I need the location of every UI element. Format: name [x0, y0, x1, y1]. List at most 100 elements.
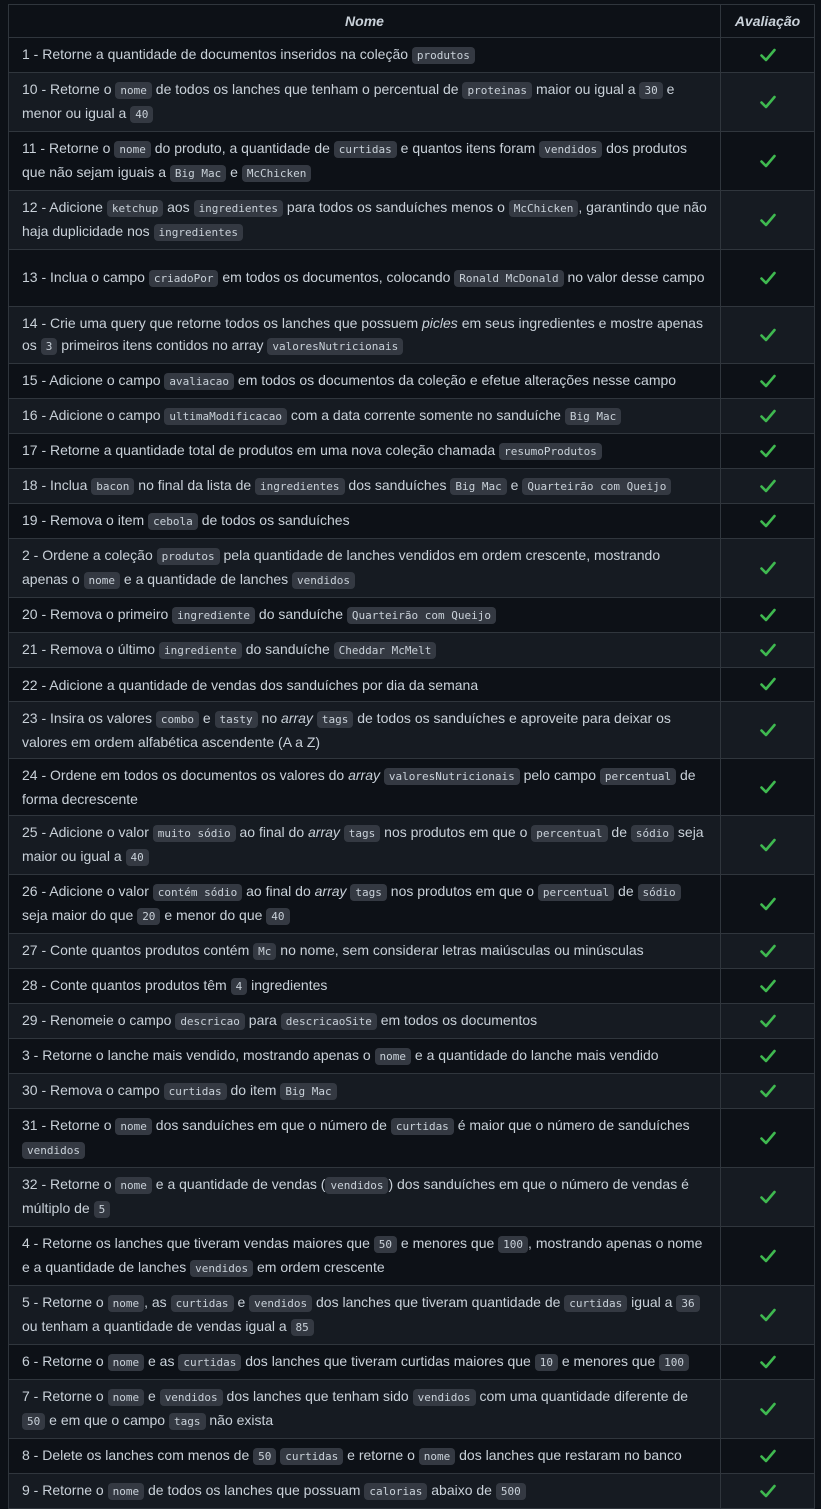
- table-row: 27 - Conte quantos produtos contém Mc no…: [8, 933, 815, 969]
- text-segment: dos lanches que tiveram curtidas maiores…: [241, 1353, 535, 1369]
- text-segment: 11 - Retorne o: [22, 140, 115, 156]
- requirement-text: 1 - Retorne a quantidade de documentos i…: [8, 37, 721, 73]
- text-segment: no: [257, 710, 282, 726]
- requirement-text: 14 - Crie uma query que retorne todos os…: [8, 306, 721, 364]
- text-segment: 2 - Ordene a coleção: [22, 547, 157, 563]
- text-segment: 31 - Retorne o: [22, 1117, 116, 1133]
- text-segment: 29 - Renomeie o campo: [22, 1012, 176, 1028]
- inline-code: nome: [107, 1483, 145, 1500]
- inline-code: vendidos: [22, 1142, 85, 1159]
- text-segment: e: [506, 477, 523, 493]
- evaluation-cell: [720, 968, 815, 1004]
- table-row: 10 - Retorne o nome de todos os lanches …: [8, 72, 815, 132]
- evaluation-cell: [720, 701, 815, 759]
- evaluation-cell: [720, 1344, 815, 1380]
- text-segment: seja maior do que: [22, 907, 138, 923]
- text-segment: dos sanduíches em que o número de: [151, 1117, 391, 1133]
- evaluation-cell: [720, 1438, 815, 1474]
- text-segment: no final da lista de: [134, 477, 256, 493]
- text-segment: 15 - Adicione o campo: [22, 372, 165, 388]
- inline-code: curtidas: [564, 1295, 628, 1312]
- inline-code: ketchup: [106, 200, 164, 217]
- table-row: 9 - Retorne o nome de todos os lanches q…: [8, 1473, 815, 1509]
- check-mark-icon: [759, 944, 776, 958]
- requirement-text: 4 - Retorne os lanches que tiveram venda…: [8, 1226, 721, 1286]
- text-segment: maior ou igual a: [532, 81, 640, 97]
- inline-code: curtidas: [390, 1118, 454, 1135]
- text-segment: e: [198, 710, 215, 726]
- text-segment: 21 - Remova o último: [22, 641, 159, 657]
- table-row: 13 - Inclua o campo criadoPor em todos o…: [8, 249, 815, 307]
- inline-code: Big Mac: [450, 478, 507, 495]
- requirement-text: 32 - Retorne o nome e a quantidade de ve…: [8, 1167, 721, 1227]
- inline-code: 40: [130, 106, 154, 123]
- evaluation-cell: [720, 597, 815, 633]
- text-segment: e menores que: [557, 1353, 660, 1369]
- inline-code: vendidos: [539, 141, 603, 158]
- inline-code: tags: [169, 1413, 206, 1430]
- requirement-text: 5 - Retorne o nome, as curtidas e vendid…: [8, 1285, 721, 1345]
- inline-code: calorias: [364, 1483, 428, 1500]
- table-row: 3 - Retorne o lanche mais vendido, mostr…: [8, 1038, 815, 1074]
- text-segment: 24 - Ordene em todos os documentos os va…: [22, 767, 349, 783]
- inline-code: 5: [93, 1201, 111, 1218]
- requirement-text: 18 - Inclua bacon no final da lista de i…: [8, 468, 721, 504]
- inline-code: curtidas: [163, 1083, 227, 1100]
- text-segment: 25 - Adicione o valor: [22, 824, 153, 840]
- text-segment: do sanduíche: [255, 606, 347, 622]
- inline-code: 500: [495, 1483, 526, 1500]
- check-mark-icon: [759, 213, 776, 227]
- text-segment: e: [144, 1388, 160, 1404]
- inline-code: curtidas: [178, 1354, 242, 1371]
- inline-code: contém sódio: [152, 884, 243, 901]
- table-row: 19 - Remova o item cebola de todos os sa…: [8, 503, 815, 539]
- inline-code: muito sódio: [152, 825, 236, 842]
- evaluation-cell: [720, 1003, 815, 1039]
- inline-code: ingredientes: [193, 200, 284, 217]
- check-mark-icon: [759, 1402, 776, 1416]
- inline-code: 30: [639, 82, 663, 99]
- table-row: 4 - Retorne os lanches que tiveram venda…: [8, 1226, 815, 1286]
- evaluation-cell: [720, 398, 815, 434]
- inline-code: 100: [498, 1236, 529, 1253]
- requirement-text: 7 - Retorne o nome e vendidos dos lanche…: [8, 1379, 721, 1439]
- inline-code: produtos: [156, 548, 220, 565]
- requirement-text: 3 - Retorne o lanche mais vendido, mostr…: [8, 1038, 721, 1074]
- requirement-text: 31 - Retorne o nome dos sanduíches em qu…: [8, 1108, 721, 1168]
- inline-code: vendidos: [325, 1177, 389, 1194]
- evaluation-cell: [720, 538, 815, 598]
- check-mark-icon: [759, 608, 776, 622]
- inline-code: tags: [343, 825, 381, 842]
- inline-code: bacon: [91, 478, 135, 495]
- evaluation-cell: [720, 815, 815, 875]
- requirement-text: 15 - Adicione o campo avaliacao em todos…: [8, 363, 721, 399]
- inline-code: vendidos: [412, 1389, 476, 1406]
- check-mark-icon: [759, 1355, 776, 1369]
- text-segment: 32 - Retorne o: [22, 1176, 116, 1192]
- text-segment: e a quantidade do lanche mais vendido: [411, 1047, 659, 1063]
- evaluation-cell: [720, 632, 815, 668]
- inline-code: 50: [253, 1448, 277, 1465]
- inline-code: 20: [137, 908, 161, 925]
- requirement-text: 10 - Retorne o nome de todos os lanches …: [8, 72, 721, 132]
- text-segment: ou tenham a quantidade de vendas igual a: [22, 1318, 291, 1334]
- text-segment: nos produtos em que o: [386, 883, 538, 899]
- inline-code: cebola: [148, 513, 198, 530]
- evaluation-cell: [720, 1167, 815, 1227]
- emphasis-text: array: [281, 710, 313, 726]
- evaluation-cell: [720, 433, 815, 469]
- inline-code: nome: [418, 1448, 456, 1465]
- text-segment: de: [614, 883, 638, 899]
- inline-code: nome: [107, 1354, 145, 1371]
- check-mark-icon: [759, 328, 776, 342]
- table-row: 24 - Ordene em todos os documentos os va…: [8, 758, 815, 816]
- text-segment: 13 - Inclua o campo: [22, 269, 149, 285]
- text-segment: 5 - Retorne o: [22, 1294, 108, 1310]
- inline-code: produtos: [411, 47, 475, 64]
- table-row: 7 - Retorne o nome e vendidos dos lanche…: [8, 1379, 815, 1439]
- check-mark-icon: [759, 95, 776, 109]
- text-segment: de: [607, 824, 631, 840]
- check-mark-icon: [759, 677, 776, 691]
- evaluation-cell: [720, 131, 815, 191]
- requirement-text: 28 - Conte quantos produtos têm 4 ingred…: [8, 968, 721, 1004]
